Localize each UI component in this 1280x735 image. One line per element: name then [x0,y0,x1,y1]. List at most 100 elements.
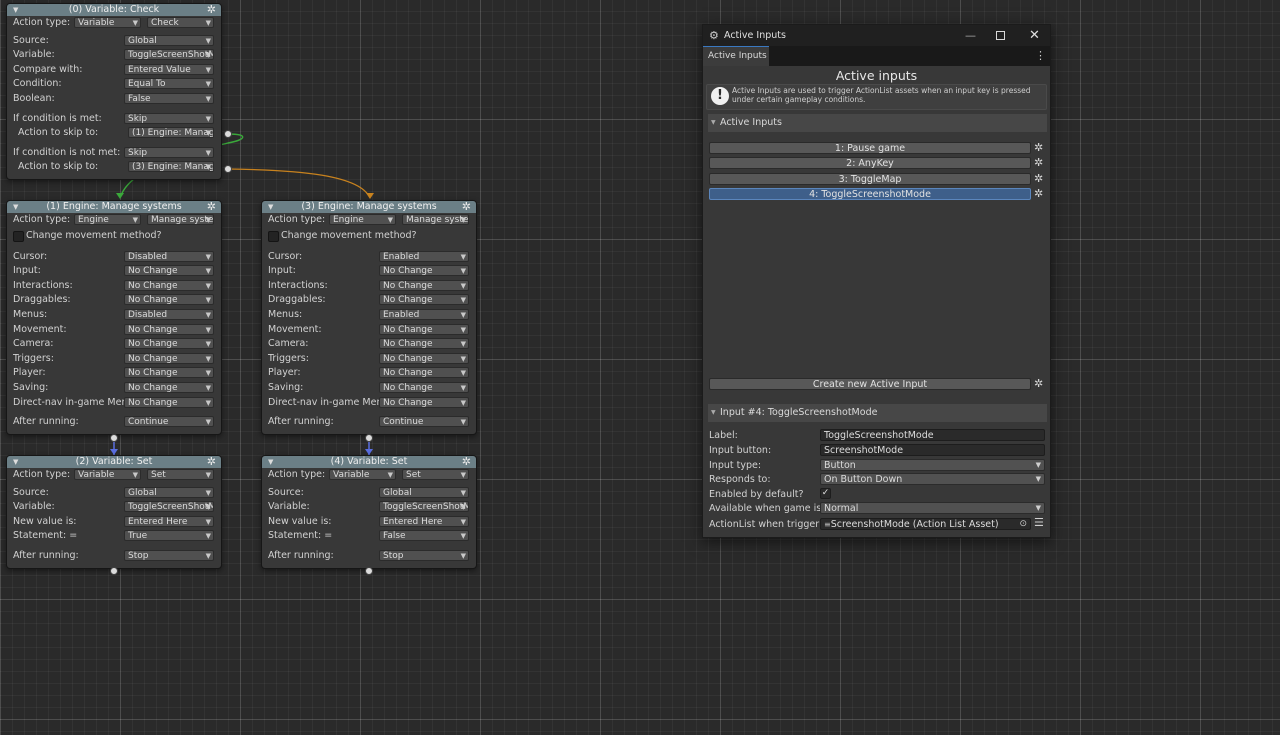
node-header[interactable]: ▼ (4) Variable: Set ✲ [262,456,476,468]
action-type-dropdown[interactable]: Check ▼ [147,17,214,28]
action-type-dropdown[interactable]: Manage systems▼ [402,214,469,225]
action-type-dropdown[interactable]: Set ▼ [402,469,469,480]
action-type-category-dropdown[interactable]: Variable ▼ [74,469,141,480]
gear-icon[interactable]: ✲ [207,201,216,213]
property-dropdown[interactable]: (1) Engine: Manage ▼ [128,127,214,139]
node-header[interactable]: ▼ (0) Variable: Check ✲ [7,4,221,16]
property-dropdown[interactable]: Continue ▼ [379,416,469,428]
property-dropdown[interactable]: Stop ▼ [124,549,214,561]
node-header[interactable]: ▼ (1) Engine: Manage systems ✲ [7,201,221,213]
property-dropdown[interactable]: False ▼ [379,530,469,542]
property-dropdown[interactable]: No Change ▼ [379,381,469,393]
property-dropdown[interactable]: No Change ▼ [124,294,214,306]
property-dropdown[interactable]: No Change ▼ [124,338,214,350]
property-dropdown[interactable]: No Change ▼ [124,367,214,379]
property-dropdown[interactable]: Entered Here ▼ [124,515,214,527]
property-dropdown[interactable]: No Change ▼ [379,265,469,277]
node-output-port[interactable] [224,130,232,138]
property-dropdown[interactable]: Continue ▼ [124,416,214,428]
gear-icon[interactable]: ✲ [1034,142,1043,154]
active-inputs-section[interactable]: ▼ Active Inputs [708,114,1047,132]
property-dropdown[interactable]: Enabled ▼ [379,308,469,320]
node-output-port[interactable] [110,434,118,442]
property-dropdown[interactable]: No Change ▼ [379,279,469,291]
action-node[interactable]: ▼ (0) Variable: Check ✲ Action type: Variabl… [6,3,222,180]
active-input-item[interactable]: 1: Pause game [709,142,1031,154]
available-when-dropdown[interactable]: Normal ▼ [820,502,1045,514]
action-node[interactable]: ▼ (4) Variable: Set ✲ Action type: Variable ▼… [261,455,477,569]
gear-icon[interactable]: ✲ [462,456,471,468]
node-output-port[interactable] [365,567,373,575]
property-dropdown[interactable]: Global ▼ [124,486,214,498]
property-dropdown[interactable]: Equal To ▼ [124,78,214,90]
change-movement-checkbox[interactable] [268,230,279,242]
active-input-item[interactable]: 4: ToggleScreenshotMode [709,187,1031,200]
action-type-category-dropdown[interactable]: Variable ▼ [74,17,141,28]
label-field[interactable]: ToggleScreenshotMode [820,429,1045,441]
node-output-port[interactable] [110,567,118,575]
node-output-port[interactable] [224,165,232,173]
gear-icon[interactable]: ✲ [1034,187,1043,200]
property-dropdown[interactable]: Stop ▼ [379,549,469,561]
gear-icon[interactable]: ✲ [207,456,216,468]
gear-icon[interactable]: ✲ [1034,378,1043,390]
gear-icon[interactable]: ✲ [1034,172,1043,185]
collapse-triangle-icon[interactable]: ▼ [268,456,273,468]
property-dropdown[interactable]: Enabled ▼ [379,250,469,262]
property-dropdown[interactable]: Skip ▼ [124,112,214,124]
property-dropdown[interactable]: Skip ▼ [124,146,214,158]
input-detail-section[interactable]: ▼ Input #4: ToggleScreenshotMode [708,404,1047,422]
create-active-input-button[interactable]: Create new Active Input [709,378,1031,390]
node-header[interactable]: ▼ (3) Engine: Manage systems ✲ [262,201,476,213]
property-dropdown[interactable]: No Change ▼ [124,265,214,277]
close-icon[interactable]: ✕ [1029,25,1040,46]
active-input-item[interactable]: 2: AnyKey [709,157,1031,170]
property-dropdown[interactable]: ToggleScreenShotM ▼ [124,49,214,61]
property-dropdown[interactable]: (3) Engine: Manage ▼ [128,161,214,173]
action-type-category-dropdown[interactable]: Variable ▼ [329,469,396,480]
change-movement-checkbox[interactable] [13,230,24,242]
action-type-dropdown[interactable]: Manage systems▼ [147,214,214,225]
property-dropdown[interactable]: Disabled ▼ [124,308,214,320]
property-dropdown[interactable]: No Change ▼ [124,279,214,291]
input-type-dropdown[interactable]: Button ▼ [820,459,1045,471]
responds-to-dropdown[interactable]: On Button Down ▼ [820,473,1045,485]
property-dropdown[interactable]: True ▼ [124,530,214,542]
collapse-triangle-icon[interactable]: ▼ [13,201,18,213]
minimize-icon[interactable]: — [965,25,976,46]
action-type-category-dropdown[interactable]: Engine ▼ [329,214,396,225]
property-dropdown[interactable]: No Change ▼ [379,294,469,306]
property-dropdown[interactable]: False ▼ [124,92,214,104]
property-dropdown[interactable]: No Change ▼ [124,381,214,393]
input-button-field[interactable]: ScreenshotMode [820,444,1045,456]
action-type-category-dropdown[interactable]: Engine ▼ [74,214,141,225]
collapse-triangle-icon[interactable]: ▼ [13,4,18,16]
node-output-port[interactable] [365,434,373,442]
list-edit-icon[interactable]: ☰ [1034,516,1044,529]
property-dropdown[interactable]: No Change ▼ [124,323,214,335]
active-input-item[interactable]: 3: ToggleMap [709,172,1031,185]
property-dropdown[interactable]: No Change ▼ [379,352,469,364]
enabled-by-default-checkbox[interactable]: ✓ [820,488,831,499]
action-node[interactable]: ▼ (1) Engine: Manage systems ✲ Action type:… [6,200,222,435]
property-dropdown[interactable]: Disabled ▼ [124,250,214,262]
property-dropdown[interactable]: ToggleScreenShotM ▼ [124,501,214,513]
action-node[interactable]: ▼ (2) Variable: Set ✲ Action type: Variable ▼… [6,455,222,569]
collapse-triangle-icon[interactable]: ▼ [13,456,18,468]
property-dropdown[interactable]: No Change ▼ [379,323,469,335]
more-options-icon[interactable]: ⋮ [1035,49,1046,62]
property-dropdown[interactable]: Entered Here ▼ [379,515,469,527]
tab-active-inputs[interactable]: Active Inputs [703,46,769,66]
action-type-dropdown[interactable]: Set ▼ [147,469,214,480]
property-dropdown[interactable]: Global ▼ [124,34,214,46]
property-dropdown[interactable]: No Change ▼ [124,352,214,364]
property-dropdown[interactable]: No Change ▼ [379,367,469,379]
action-node[interactable]: ▼ (3) Engine: Manage systems ✲ Action type:… [261,200,477,435]
gear-icon[interactable]: ✲ [462,201,471,213]
actionlist-object-field[interactable]: ≡ScreenshotMode (Action List Asset) ⊙ [820,518,1031,530]
object-picker-icon[interactable]: ⊙ [1019,519,1027,529]
property-dropdown[interactable]: Global ▼ [379,486,469,498]
node-header[interactable]: ▼ (2) Variable: Set ✲ [7,456,221,468]
gear-icon[interactable]: ✲ [1034,157,1043,169]
property-dropdown[interactable]: ToggleScreenShotM ▼ [379,501,469,513]
